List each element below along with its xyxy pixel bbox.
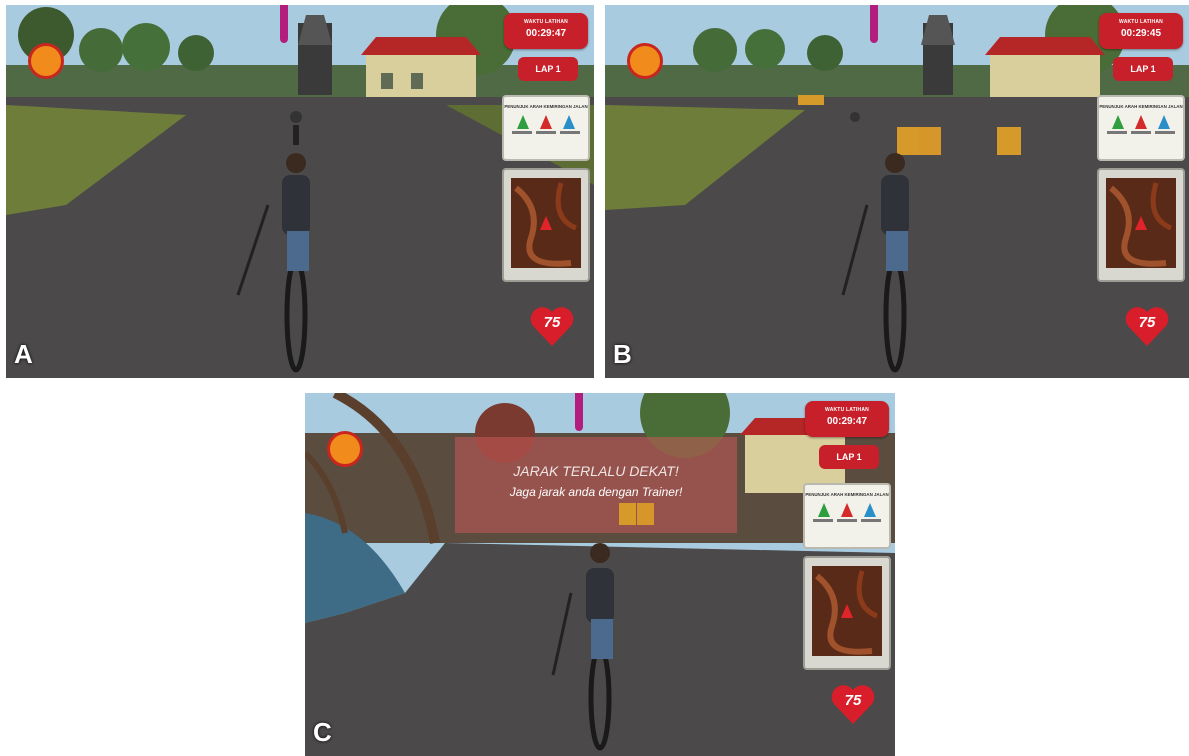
lap-badge: LAP 1 [518,57,578,81]
heart-rate-value: 75 [1138,314,1156,331]
up-arrow-green-icon [517,115,530,129]
screenshot-panel-b: WAKTU LATIHAN 00:29:45 LAP 1 PENUNJUK AR… [605,5,1189,378]
panel-label: B [613,339,632,369]
screenshot-panel-c: JARAK TERLALU DEKAT! Jaga jarak anda den… [305,393,895,756]
clock-icon [327,431,363,467]
timer-value: 00:29:47 [826,416,868,427]
timer-label: WAKTU LATIHAN [1119,19,1163,25]
slope-legend: PENUNJUK ARAH KEMIRINGAN JALAN [803,483,891,549]
heart-rate-indicator: 75 [829,680,877,728]
warning-message: Jaga jarak anda dengan Trainer! [509,485,683,499]
trainer-marker-icon [870,5,878,43]
map-position-icon [1135,216,1147,230]
up-arrow-blue-icon [562,115,575,129]
timer-value: 00:29:47 [525,28,567,39]
up-arrow-red-icon [1134,115,1147,129]
up-arrow-blue-icon [1157,115,1170,129]
minimap [803,556,891,670]
map-position-icon [540,216,552,230]
warning-title: JARAK TERLALU DEKAT! [513,463,679,479]
training-timer: WAKTU LATIHAN 00:29:47 [504,13,588,49]
panel-label: A [14,339,33,369]
up-arrow-red-icon [840,503,853,517]
crate-icon [619,503,654,525]
minimap [502,168,590,282]
map-position-icon [841,604,853,618]
minimap [1097,168,1185,282]
lap-badge: LAP 1 [1113,57,1173,81]
up-arrow-green-icon [1112,115,1125,129]
slope-legend: PENUNJUK ARAH KEMIRINGAN JALAN [1097,95,1185,161]
trainer-marker-icon [575,393,583,431]
clock-icon [28,43,64,79]
training-timer: WAKTU LATIHAN 00:29:47 [805,401,889,437]
heart-rate-indicator: 75 [1123,302,1171,350]
clock-icon [627,43,663,79]
legend-title: PENUNJUK ARAH KEMIRINGAN JALAN [805,492,889,497]
heart-rate-value: 75 [844,692,862,709]
timer-value: 00:29:45 [1120,28,1162,39]
trainer-marker-icon [280,5,288,43]
timer-label: WAKTU LATIHAN [825,407,869,413]
legend-title: PENUNJUK ARAH KEMIRINGAN JALAN [1099,104,1183,109]
up-arrow-green-icon [818,503,831,517]
heart-rate-indicator: 75 [528,302,576,350]
legend-title: PENUNJUK ARAH KEMIRINGAN JALAN [504,104,588,109]
screenshot-panel-a: WAKTU LATIHAN 00:29:47 LAP 1 PENUNJUK AR… [6,5,594,378]
up-arrow-blue-icon [863,503,876,517]
distance-warning-banner: JARAK TERLALU DEKAT! Jaga jarak anda den… [455,437,737,533]
training-timer: WAKTU LATIHAN 00:29:45 [1099,13,1183,49]
timer-label: WAKTU LATIHAN [524,19,568,25]
heart-rate-value: 75 [543,314,561,331]
up-arrow-red-icon [539,115,552,129]
panel-label: C [313,717,332,747]
lap-badge: LAP 1 [819,445,879,469]
slope-legend: PENUNJUK ARAH KEMIRINGAN JALAN [502,95,590,161]
